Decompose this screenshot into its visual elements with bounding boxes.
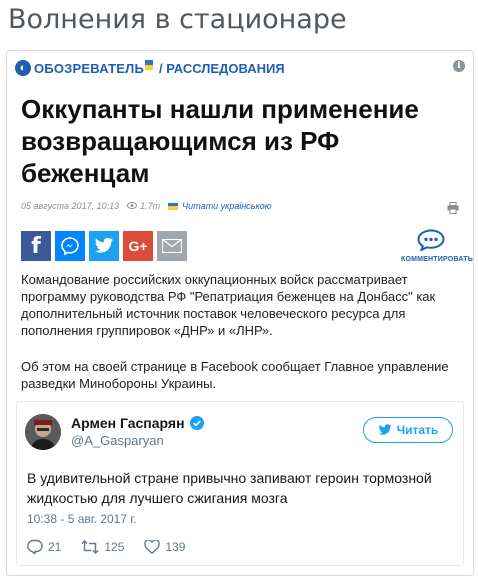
- tweet-actions: 21 125 139: [27, 539, 205, 554]
- like-icon: [144, 539, 161, 554]
- share-bar: f G+: [21, 231, 191, 261]
- follow-button[interactable]: Читать: [363, 417, 453, 443]
- like-count: 139: [165, 539, 186, 554]
- twitter-bird-icon: [378, 424, 392, 435]
- read-ukrainian-link[interactable]: Читати українською: [182, 201, 271, 211]
- eye-icon: [127, 201, 138, 211]
- site-logo[interactable]: ◐ ОБОЗРЕВАТЕЛЬ / РАССЛЕДОВАНИЯ: [15, 60, 285, 76]
- article-paragraph: Командование российских оккупационных во…: [21, 272, 436, 338]
- print-icon[interactable]: [447, 201, 459, 214]
- google-plus-icon: G+: [128, 238, 148, 254]
- comment-bubble-icon: [417, 229, 445, 253]
- like-action[interactable]: 139: [144, 539, 186, 554]
- article-meta: 05 августа 2017, 10:13 1.7т Читати украї…: [21, 201, 272, 211]
- facebook-icon: f: [31, 233, 41, 259]
- follow-label: Читать: [396, 423, 439, 437]
- tweet-author-name: Армен Гаспарян: [71, 415, 185, 431]
- reply-icon: [27, 539, 43, 554]
- ukraine-flag-icon: [168, 202, 179, 210]
- tweet-text: В удивительной стране привычно запивают …: [27, 470, 432, 506]
- article-date: 05 августа 2017, 10:13: [21, 201, 120, 211]
- email-icon: [162, 239, 182, 253]
- embedded-tweet[interactable]: Армен Гаспарян @A_Gasparyan Читать В уди…: [16, 401, 464, 566]
- info-icon[interactable]: i: [453, 60, 465, 72]
- avatar[interactable]: [25, 414, 61, 450]
- messenger-icon: [61, 237, 79, 256]
- article-headline: Оккупанты нашли применение возвращающимс…: [21, 94, 419, 188]
- twitter-icon: [94, 237, 114, 253]
- article-screenshot-card: ◐ ОБОЗРЕВАТЕЛЬ / РАССЛЕДОВАНИЯ i Оккупан…: [6, 50, 474, 576]
- retweet-action[interactable]: 125: [81, 540, 124, 554]
- retweet-icon: [81, 539, 99, 554]
- reply-action[interactable]: 21: [27, 539, 61, 554]
- article-paragraph: Об этом на своей странице в Facebook соо…: [21, 359, 449, 391]
- google-plus-share-button[interactable]: G+: [123, 231, 153, 261]
- reply-count: 21: [48, 539, 62, 554]
- logo-emblem-icon: ◐: [15, 60, 31, 76]
- tweet-author[interactable]: Армен Гаспарян: [71, 415, 204, 431]
- comments-label: КОММЕНТИРОВАТЬ: [401, 256, 473, 263]
- logo-flag-icon: [145, 60, 154, 70]
- retweet-count: 125: [104, 539, 125, 554]
- logo-text: ОБОЗРЕВАТЕЛЬ: [34, 60, 145, 76]
- verified-badge-icon: [189, 416, 204, 430]
- messenger-share-button[interactable]: [55, 231, 85, 261]
- page-title: Волнения в стационаре: [8, 4, 347, 35]
- tweet-timestamp[interactable]: 10:38 - 5 авг. 2017 г.: [27, 512, 137, 526]
- email-share-button[interactable]: [157, 231, 187, 261]
- article-header: ◐ ОБОЗРЕВАТЕЛЬ / РАССЛЕДОВАНИЯ i: [7, 51, 473, 87]
- tweet-author-handle[interactable]: @A_Gasparyan: [71, 433, 164, 448]
- comments-button[interactable]: КОММЕНТИРОВАТЬ: [401, 229, 473, 263]
- section-link[interactable]: / РАССЛЕДОВАНИЯ: [159, 61, 285, 76]
- twitter-share-button[interactable]: [89, 231, 119, 261]
- facebook-share-button[interactable]: f: [21, 231, 51, 261]
- view-count: 1.7т: [140, 201, 161, 211]
